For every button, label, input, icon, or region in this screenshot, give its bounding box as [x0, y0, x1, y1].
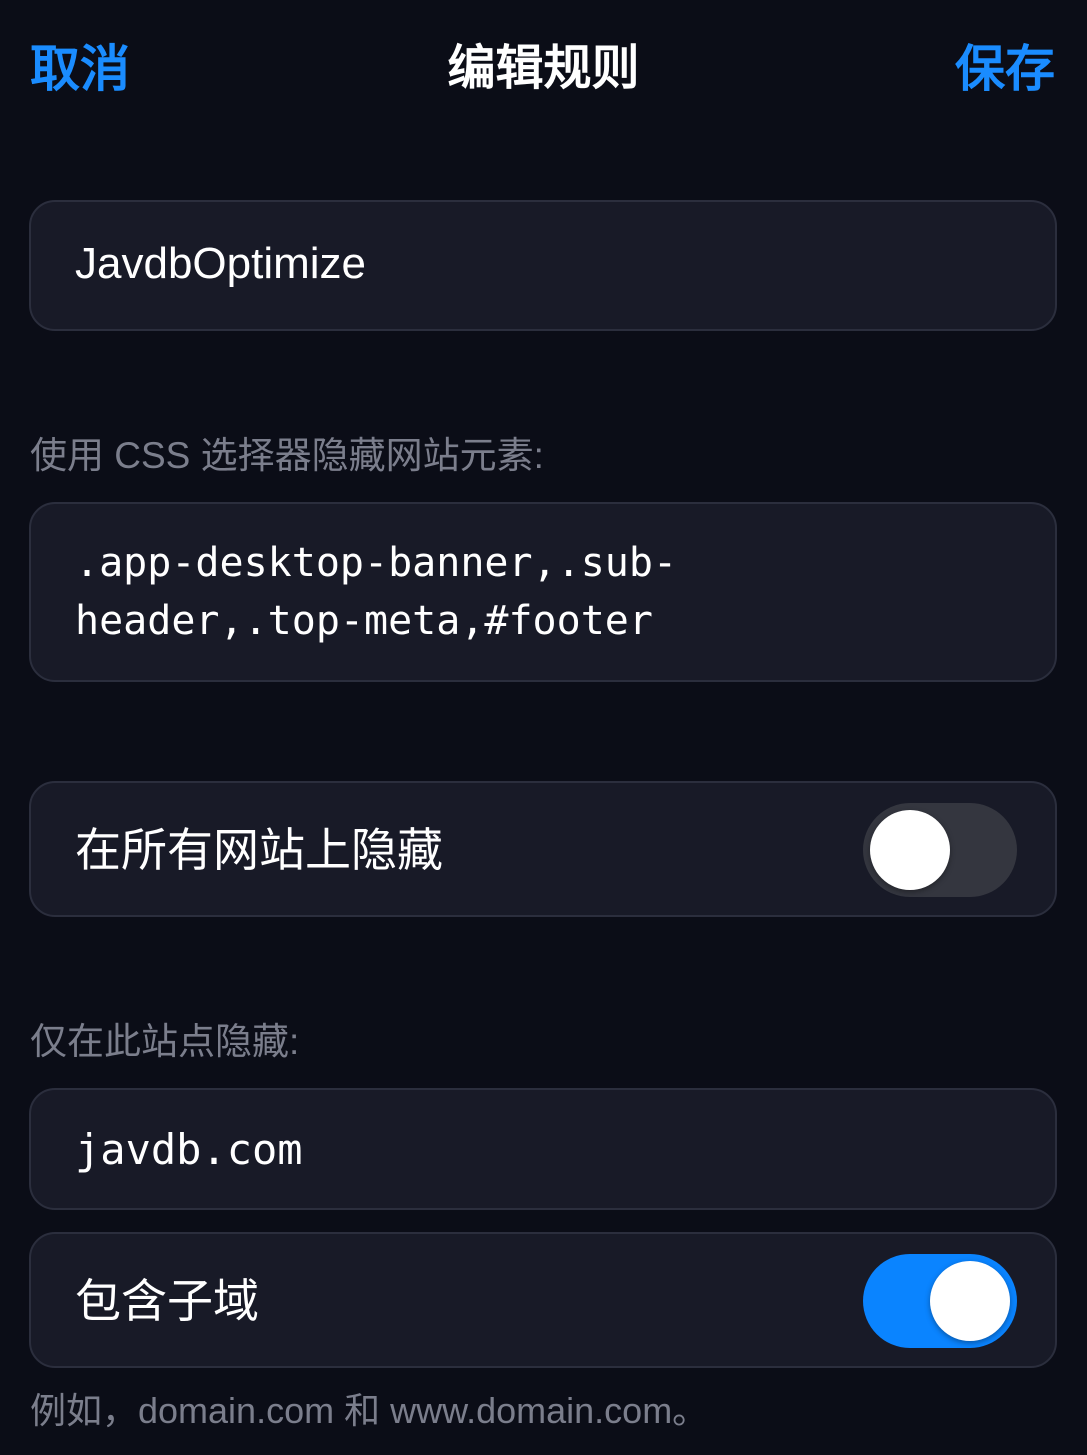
site-only-label: 仅在此站点隐藏:	[30, 1021, 300, 1062]
save-button[interactable]: 保存	[955, 38, 1055, 100]
toggle-knob	[870, 810, 950, 890]
include-subdomains-toggle[interactable]	[863, 1254, 1017, 1348]
include-subdomains-label: 包含子域	[75, 1275, 259, 1327]
rule-name-value: JavdbOptimize	[75, 239, 367, 288]
domain-hint: 例如，domain.com 和 www.domain.com。	[30, 1390, 709, 1431]
domain-field[interactable]: javdb.com	[29, 1088, 1057, 1210]
cancel-button[interactable]: 取消	[30, 38, 130, 100]
hide-on-all-sites-row: 在所有网站上隐藏	[29, 781, 1057, 917]
css-selector-value: .app-desktop-banner,.sub-header,.top-met…	[75, 540, 678, 644]
rule-name-field[interactable]: JavdbOptimize	[29, 200, 1057, 331]
page-title: 编辑规则	[447, 42, 640, 95]
toggle-knob	[930, 1261, 1010, 1341]
css-selector-field[interactable]: .app-desktop-banner,.sub-header,.top-met…	[29, 502, 1057, 682]
hide-on-all-sites-label: 在所有网站上隐藏	[75, 824, 443, 876]
domain-value: javdb.com	[75, 1125, 303, 1174]
include-subdomains-row: 包含子域	[29, 1232, 1057, 1368]
css-selector-label: 使用 CSS 选择器隐藏网站元素:	[30, 435, 544, 476]
edit-rule-screen: 取消 编辑规则 保存 JavdbOptimize 使用 CSS 选择器隐藏网站元…	[0, 0, 1087, 1455]
hide-on-all-sites-toggle[interactable]	[863, 803, 1017, 897]
